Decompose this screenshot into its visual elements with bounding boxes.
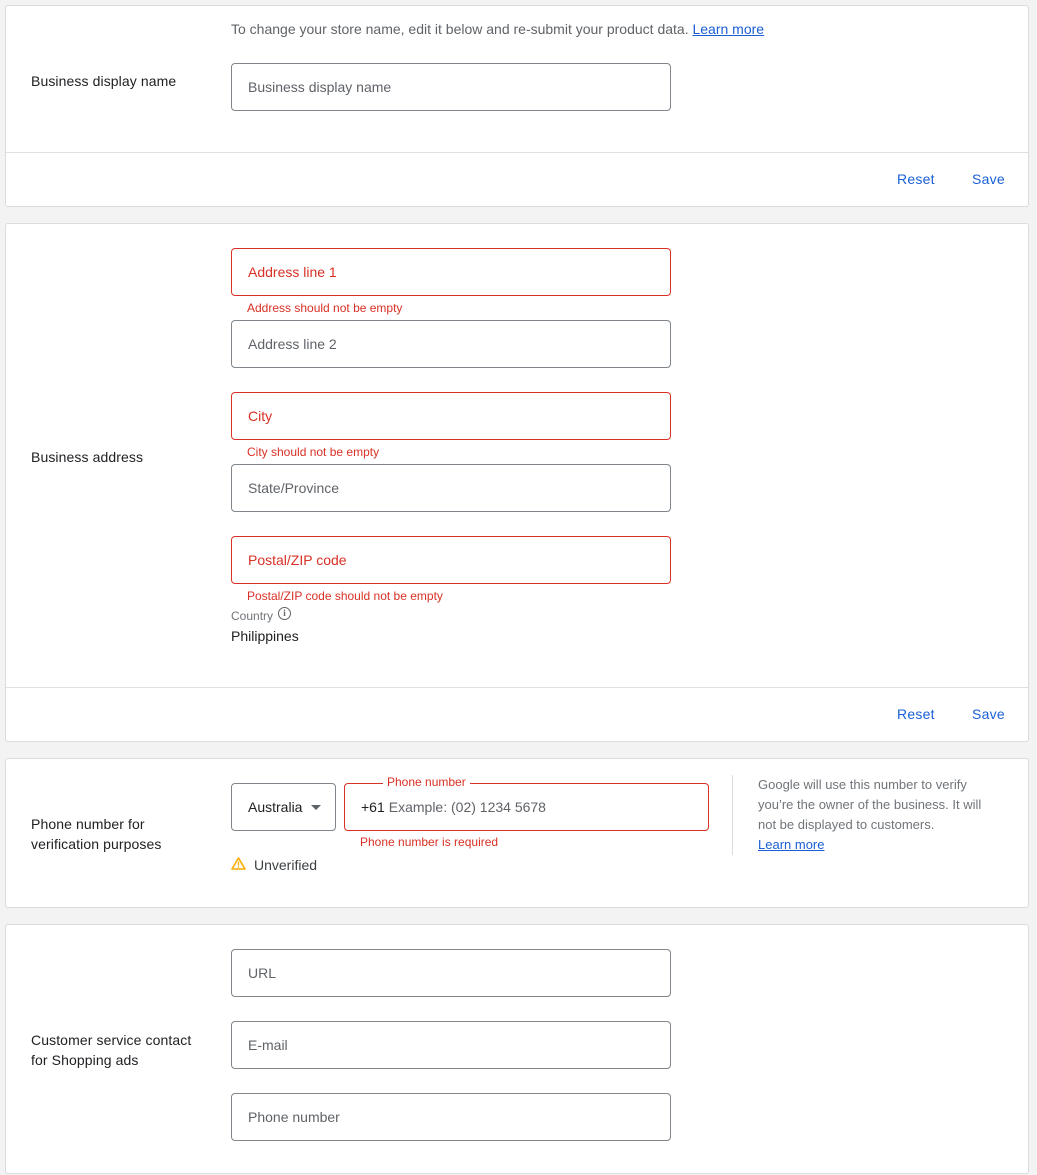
state-province-input[interactable]	[248, 480, 670, 496]
business-address-save-button[interactable]: Save	[972, 706, 1005, 722]
verification-phone-label: Phone number	[383, 775, 470, 789]
customer-service-card: Customer service contact for Shopping ad…	[5, 924, 1029, 1174]
display-name-card: To change your store name, edit it below…	[5, 5, 1029, 207]
business-address-label: Business address	[31, 449, 144, 465]
verification-phone-field[interactable]: Phone number +61	[344, 775, 709, 831]
country-value: Philippines	[231, 628, 299, 644]
verification-learn-more-link[interactable]: Learn more	[758, 837, 824, 852]
phone-verification-label: Phone number for verification purposes	[31, 814, 162, 854]
phone-country-value: Australia	[248, 799, 303, 815]
display-name-learn-more-link[interactable]: Learn more	[692, 21, 764, 37]
verification-phone-error: Phone number is required	[360, 835, 499, 849]
display-name-helper-text: To change your store name, edit it below…	[231, 21, 689, 37]
cs-email-field[interactable]	[231, 1021, 671, 1069]
cs-email-input[interactable]	[248, 1037, 670, 1053]
business-address-card: Address should not be empty City should …	[5, 223, 1029, 742]
display-name-reset-button[interactable]: Reset	[897, 171, 935, 187]
display-name-label: Business display name	[31, 73, 177, 89]
cs-phone-input[interactable]	[248, 1109, 670, 1125]
postal-code-input[interactable]	[248, 552, 670, 568]
city-field[interactable]	[231, 392, 671, 440]
postal-code-error: Postal/ZIP code should not be empty	[247, 589, 443, 603]
customer-service-label: Customer service contact for Shopping ad…	[31, 1030, 191, 1070]
phone-verification-label-line-1: Phone number for	[31, 816, 145, 832]
display-name-footer: Reset Save	[6, 152, 1028, 206]
country-label-row: Country i	[231, 606, 292, 623]
verification-status-text: Unverified	[254, 857, 318, 873]
cs-phone-field[interactable]	[231, 1093, 671, 1141]
display-name-input[interactable]	[248, 79, 670, 95]
customer-service-label-line-1: Customer service contact	[31, 1032, 192, 1048]
address-line-2-field[interactable]	[231, 320, 671, 368]
country-label: Country	[231, 609, 274, 623]
cs-url-input[interactable]	[248, 965, 670, 981]
display-name-field[interactable]	[231, 63, 671, 111]
phone-verification-card: Phone number for verification purposes A…	[5, 758, 1029, 908]
phone-prefix: +61	[361, 799, 385, 815]
business-address-footer: Reset Save	[6, 687, 1028, 741]
display-name-helper: To change your store name, edit it below…	[231, 21, 764, 37]
phone-country-select[interactable]: Australia	[231, 783, 336, 831]
state-province-field[interactable]	[231, 464, 671, 512]
address-line-1-error: Address should not be empty	[247, 301, 403, 315]
city-error: City should not be empty	[247, 445, 380, 459]
verification-phone-input[interactable]	[388, 799, 649, 815]
chevron-down-icon	[311, 804, 322, 810]
verification-note: Google will use this number to verify yo…	[732, 775, 1002, 855]
address-line-1-field[interactable]	[231, 248, 671, 296]
verification-note-text: Google will use this number to verify yo…	[758, 777, 982, 832]
display-name-save-button[interactable]: Save	[972, 171, 1005, 187]
city-input[interactable]	[248, 408, 670, 424]
cs-url-field[interactable]	[231, 949, 671, 997]
customer-service-label-line-2: for Shopping ads	[31, 1052, 139, 1068]
postal-code-field[interactable]	[231, 536, 671, 584]
address-line-2-input[interactable]	[248, 336, 670, 352]
phone-verification-label-line-2: verification purposes	[31, 836, 162, 852]
address-line-1-input[interactable]	[248, 264, 670, 280]
business-address-reset-button[interactable]: Reset	[897, 706, 935, 722]
verification-status: Unverified	[231, 857, 317, 873]
info-icon[interactable]: i	[278, 606, 292, 620]
warning-icon	[231, 857, 246, 873]
